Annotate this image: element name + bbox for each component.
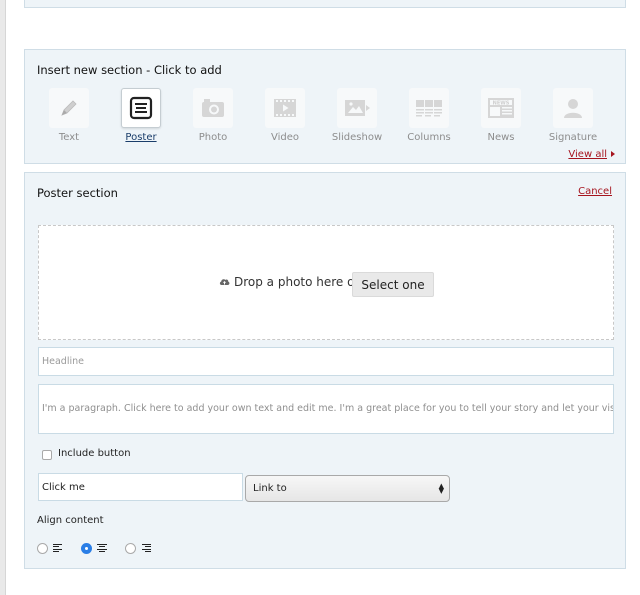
align-center-icon — [97, 544, 107, 553]
insert-section-panel: Insert new section - Click to add Text P… — [24, 49, 626, 164]
link-to-value: Link to — [253, 483, 287, 494]
link-to-select[interactable]: Link to ▲ ▼ — [245, 475, 450, 502]
select-photo-button[interactable]: Select one — [352, 272, 434, 297]
person-icon — [553, 88, 593, 128]
section-type-label: Signature — [548, 132, 598, 143]
section-type-video[interactable]: Video — [263, 88, 307, 143]
section-type-slideshow[interactable]: Slideshow — [332, 88, 382, 143]
section-type-poster[interactable]: Poster — [119, 88, 163, 143]
view-all-link[interactable]: View all — [568, 149, 607, 160]
cloud-upload-icon — [219, 275, 230, 289]
photo-dropzone[interactable]: Drop a photo here or Select one — [38, 225, 614, 340]
chevron-right-icon — [611, 151, 615, 157]
section-type-news[interactable]: NEWS News — [479, 88, 523, 143]
newspaper-icon: NEWS — [481, 88, 521, 128]
include-button-checkbox[interactable] — [42, 450, 52, 460]
pencil-icon — [49, 88, 89, 128]
section-type-signature[interactable]: Signature — [549, 88, 597, 143]
align-content-label: Align content — [37, 515, 104, 526]
align-left-icon — [53, 544, 63, 553]
svg-text:NEWS: NEWS — [493, 100, 510, 106]
align-left-radio[interactable] — [37, 543, 48, 554]
include-button-label: Include button — [58, 448, 131, 459]
columns-icon — [409, 88, 449, 128]
dropzone-text: Drop a photo here or — [234, 275, 360, 289]
paragraph-editor[interactable]: I'm a paragraph. Click here to add your … — [38, 384, 614, 434]
camera-icon — [193, 88, 233, 128]
page-left-border — [0, 0, 6, 595]
headline-input[interactable]: Headline — [38, 347, 614, 376]
section-type-columns[interactable]: Columns — [407, 88, 451, 143]
slideshow-icon — [337, 88, 377, 128]
align-center-radio[interactable] — [81, 543, 92, 554]
film-icon — [265, 88, 305, 128]
poster-section-title: Poster section — [37, 186, 118, 200]
select-arrows-icon: ▲ ▼ — [438, 482, 444, 495]
dropzone-prompt: Drop a photo here or — [219, 275, 359, 289]
align-right-icon — [141, 544, 151, 553]
poster-icon — [121, 88, 161, 128]
button-text-input[interactable]: Click me — [38, 473, 243, 501]
poster-section-panel: Poster section Cancel Drop a photo here … — [24, 172, 626, 569]
insert-section-title: Insert new section - Click to add — [37, 63, 222, 77]
align-right-radio[interactable] — [125, 543, 136, 554]
section-type-photo[interactable]: Photo — [191, 88, 235, 143]
section-type-text[interactable]: Text — [47, 88, 91, 143]
previous-panel — [24, 0, 626, 8]
cancel-link[interactable]: Cancel — [578, 186, 612, 197]
